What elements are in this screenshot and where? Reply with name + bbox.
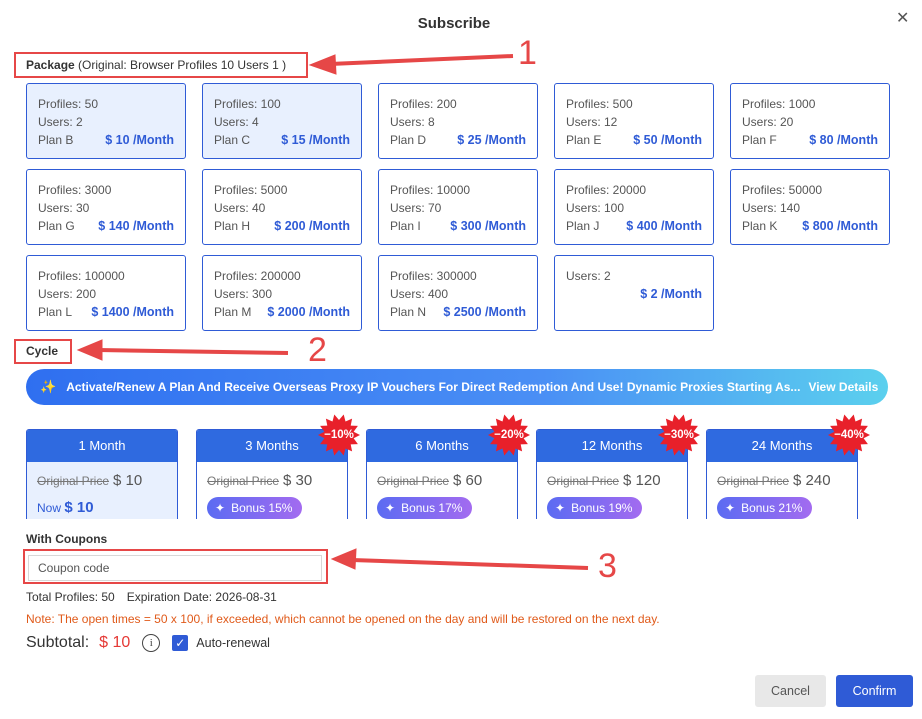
discount-text: −30% [664,429,694,441]
annotation-number-3: 3 [598,547,617,585]
annotation-number-1: 1 [518,34,537,72]
discount-text: −40% [834,429,864,441]
discount-badge: −30% [658,414,700,456]
discount-text: −10% [324,429,354,441]
annotation-number-2: 2 [308,331,327,369]
annotation-arrows [76,54,589,570]
discount-badge: −40% [828,414,870,456]
discount-badge: −20% [488,414,530,456]
discount-text: −20% [494,429,524,441]
discount-badge: −10% [318,414,360,456]
